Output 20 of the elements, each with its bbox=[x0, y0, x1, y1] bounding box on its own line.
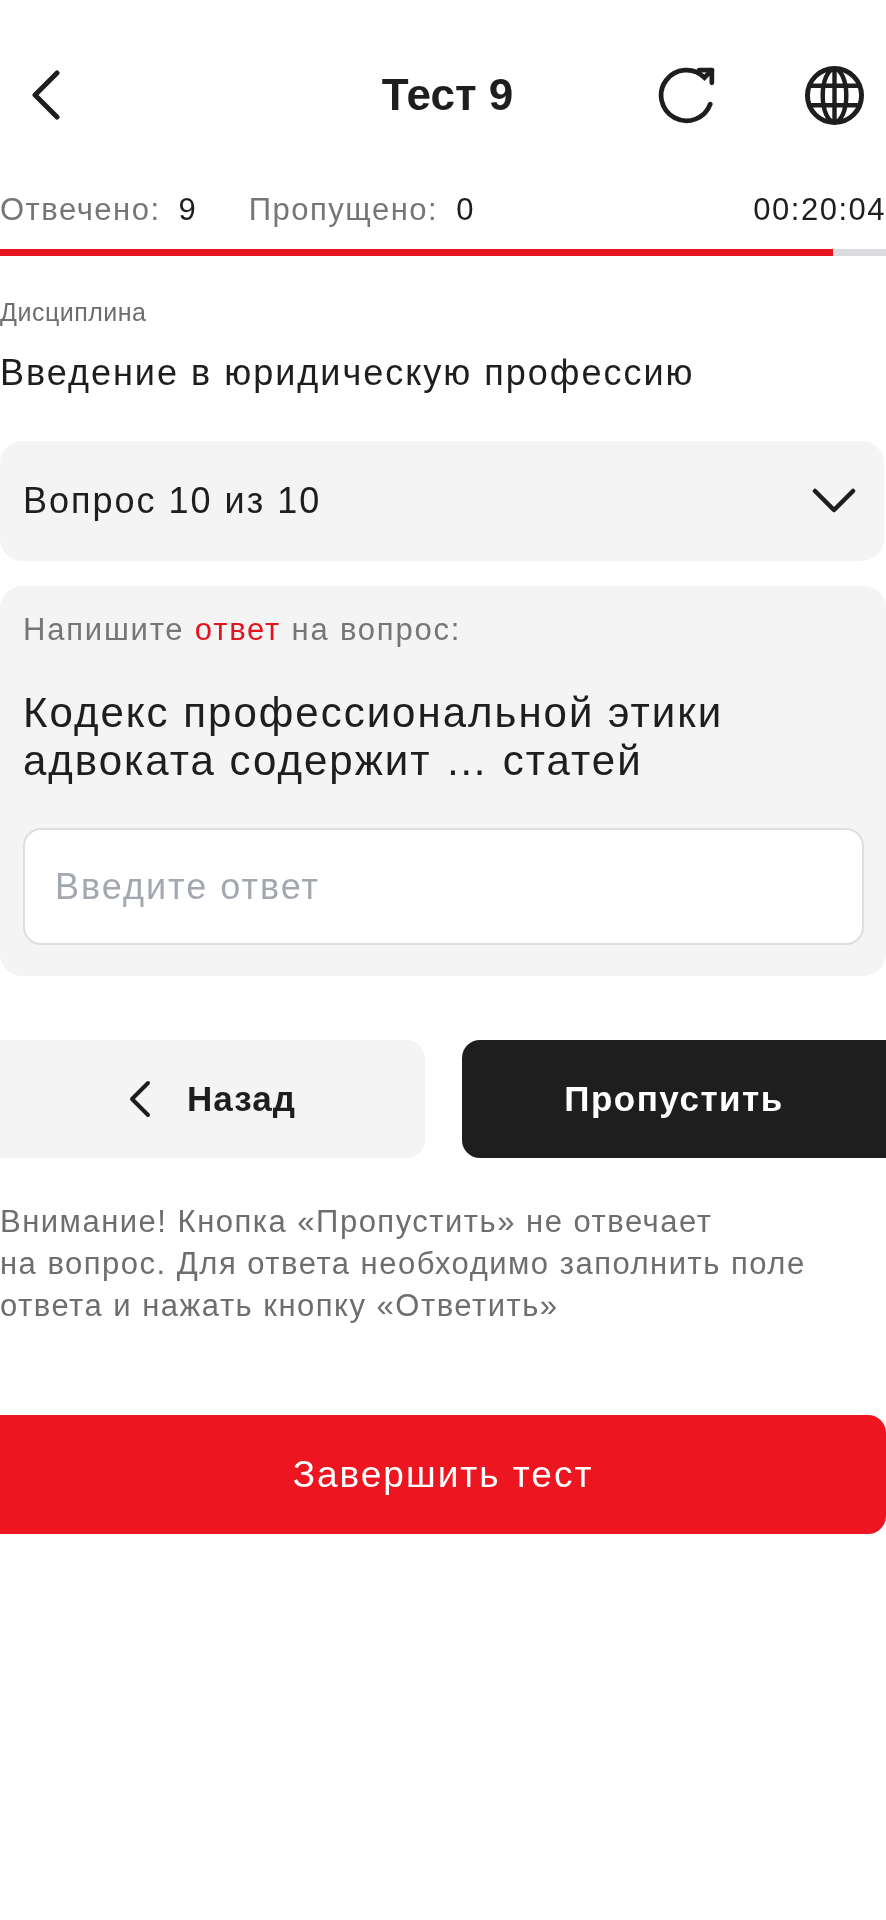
timer-text: 00:20:04 bbox=[753, 191, 886, 229]
instruction-text: Напишите ответ на вопрос: bbox=[23, 613, 462, 647]
stat-value: 9 bbox=[178, 191, 197, 229]
refresh-icon[interactable] bbox=[658, 66, 715, 124]
notice-text: Внимание! Кнопка «Пропустить» не отвечает на вопрос. Для ответа необходимо заполнить поле ответа и нажать кнопку «Ответить» bbox=[0, 1203, 807, 1325]
globe-icon[interactable] bbox=[805, 65, 864, 125]
skip-button[interactable]: Пропустить bbox=[462, 1040, 886, 1158]
answer-field[interactable]: Введите ответ bbox=[23, 828, 864, 945]
page-title: Тест 9 bbox=[381, 73, 514, 117]
question-dropdown[interactable]: Вопрос 10 из 10 bbox=[0, 441, 884, 561]
back-button[interactable]: Назад bbox=[0, 1040, 425, 1158]
stat-label: Отвечено: bbox=[0, 191, 161, 229]
stat-label: Пропущено: bbox=[248, 191, 439, 229]
discipline-label: Дисциплина bbox=[0, 297, 147, 327]
stat-value: 0 bbox=[456, 191, 475, 229]
chevron-left-icon bbox=[129, 1080, 152, 1118]
finish-button[interactable]: Завершить тест bbox=[0, 1415, 886, 1534]
question-text: Кодекс профессиональной этики адвоката содержит … статей bbox=[23, 689, 725, 785]
back-icon[interactable] bbox=[31, 70, 61, 120]
discipline-name: Введение в юридическую профессию bbox=[0, 352, 695, 394]
